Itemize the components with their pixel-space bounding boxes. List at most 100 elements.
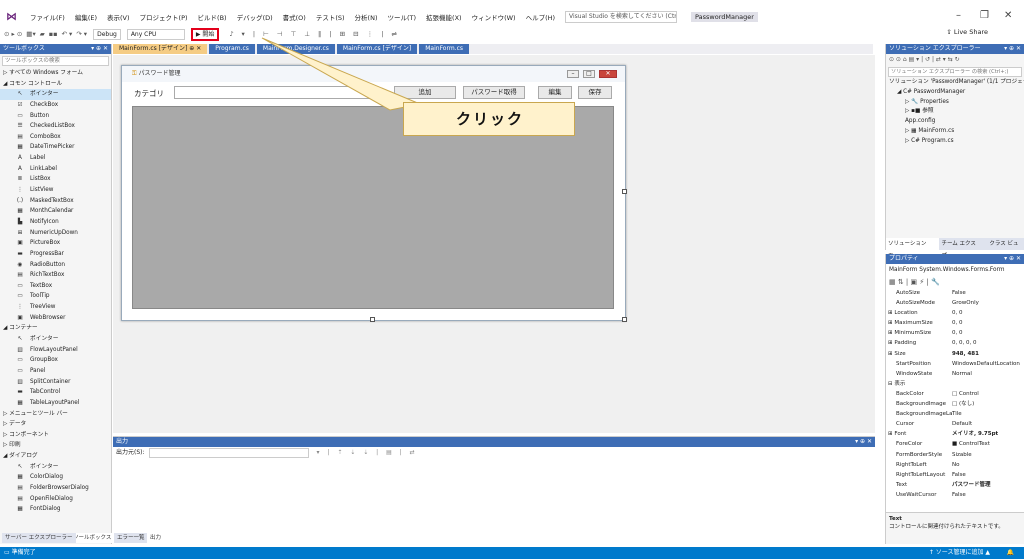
property-row[interactable]: BackgroundImageLayoutTile — [886, 409, 1024, 419]
toolbox-category[interactable]: ◢ ダイアログ — [0, 451, 111, 462]
property-row[interactable]: ⊞ MinimumSize 0, 0 — [886, 328, 1024, 338]
close-icon[interactable]: ✕ — [1004, 10, 1012, 21]
toolbox-item[interactable]: A Label — [0, 153, 111, 164]
form-minimize-icon[interactable]: – — [567, 70, 579, 78]
back-forward-icon[interactable]: ⊙ ▸ ⊙ — [4, 30, 22, 38]
restore-icon[interactable]: ❐ — [980, 10, 989, 21]
toolbox-item[interactable]: ☰ CheckedListBox — [0, 121, 111, 132]
property-value[interactable]: GrowOnly — [952, 298, 1024, 308]
platform-select[interactable]: Any CPU — [126, 28, 185, 40]
toolbox-category[interactable]: ▷ コンポーネント — [0, 430, 111, 441]
solution-toolbar[interactable]: ⊙ ⊙ ⌂ ▤ ▾ | ↺ | ⇄ ▾ ⇆ ↻ — [886, 54, 1024, 66]
property-value[interactable]: 0, 0 — [952, 308, 1024, 318]
property-value[interactable]: □ Control — [952, 389, 1024, 399]
property-row[interactable]: UseWaitCursor False — [886, 490, 1024, 500]
property-value[interactable]: 948, 481 — [952, 349, 1024, 359]
toolbox-category[interactable]: ▷ データ — [0, 419, 111, 430]
toolbox-item[interactable]: ⋮ ListView — [0, 185, 111, 196]
property-value[interactable] — [952, 379, 1024, 389]
property-value[interactable]: □ (なし) — [952, 399, 1024, 409]
solution-tree-item[interactable]: App.config — [886, 117, 1024, 127]
menu-item[interactable]: 書式(O) — [283, 12, 306, 22]
property-value[interactable]: 0, 0, 0, 0 — [952, 338, 1024, 348]
tab-solution-explorer[interactable]: ソリューション エ... — [886, 238, 940, 259]
solution-pin-icon[interactable]: ▾ ⊕ ✕ — [1004, 44, 1021, 54]
toolbox-item[interactable]: ↖ ポインター — [0, 89, 111, 100]
toolbox-category[interactable]: ▷ 印刷 — [0, 440, 111, 451]
minimize-icon[interactable]: – — [956, 10, 961, 21]
solution-tree-item[interactable]: ソリューション 'PasswordManager' (1/1 プロジェクト) — [886, 78, 1024, 88]
toolbox-item[interactable]: ▬ TabControl — [0, 387, 111, 398]
toolbox-item[interactable]: ▥ SplitContainer — [0, 377, 111, 388]
toolbox-item[interactable]: ▤ ComboBox — [0, 132, 111, 143]
property-value[interactable]: WindowsDefaultLocation — [952, 359, 1024, 369]
toolbox-category[interactable]: ▷ すべての Windows フォーム — [0, 68, 111, 79]
property-row[interactable]: ⊞ Size 948, 481 — [886, 349, 1024, 359]
toolbox-item[interactable]: ▦ MonthCalendar — [0, 206, 111, 217]
toolbox-item[interactable]: ▙ NotifyIcon — [0, 217, 111, 228]
open-icon[interactable]: ▰ — [40, 30, 45, 38]
toolbox-item[interactable]: ↖ ポインター — [0, 462, 111, 473]
toolbox-item[interactable]: ↖ ポインター — [0, 334, 111, 345]
property-row[interactable]: StartPosition WindowsDefaultLocation — [886, 359, 1024, 369]
property-value[interactable]: Sizable — [952, 450, 1024, 460]
menu-item[interactable]: テスト(S) — [316, 12, 345, 22]
property-value[interactable]: False — [952, 470, 1024, 480]
resize-handle-corner[interactable] — [622, 317, 627, 322]
property-row[interactable]: ⊞ MaximumSize 0, 0 — [886, 318, 1024, 328]
property-row[interactable]: Text パスワード管理 — [886, 480, 1024, 490]
property-row[interactable]: FormBorderStyle Sizable — [886, 450, 1024, 460]
property-value[interactable]: Normal — [952, 369, 1024, 379]
output-source-select[interactable] — [148, 448, 309, 458]
output-pin-icon[interactable]: ▾ ⊕ ✕ — [855, 437, 872, 447]
toolbox-item[interactable]: (.) MaskedTextBox — [0, 196, 111, 207]
toolbox-category[interactable]: ▷ メニューとツール バー — [0, 409, 111, 420]
menu-item[interactable]: 表示(V) — [107, 12, 130, 22]
property-value[interactable]: 0, 0 — [952, 318, 1024, 328]
toolbox-item[interactable]: ▭ Button — [0, 111, 111, 122]
toolbox-search-input[interactable]: ツールボックスの検索 — [2, 56, 109, 66]
tab-server-explorer[interactable]: サーバー エクスプローラー — [2, 533, 76, 543]
save-button[interactable]: 保存 — [578, 86, 612, 99]
property-value[interactable]: Tile — [952, 409, 1024, 419]
solution-tree-item[interactable]: ▷ C# Program.cs — [886, 137, 1024, 147]
solution-tree-item[interactable]: ◢ C# PasswordManager — [886, 88, 1024, 98]
toolbox-category[interactable]: ◢ コモン コントロール — [0, 79, 111, 90]
toolbox-item[interactable]: A LinkLabel — [0, 164, 111, 175]
menu-item[interactable]: 分析(N) — [355, 12, 378, 22]
property-row[interactable]: WindowState Normal — [886, 369, 1024, 379]
property-row[interactable]: Cursor Default — [886, 419, 1024, 429]
toolbox-category[interactable]: ◢ コンテナー — [0, 323, 111, 334]
property-row[interactable]: ⊞ Location 0, 0 — [886, 308, 1024, 318]
document-tab[interactable]: Program.cs — [209, 44, 255, 54]
properties-toolbar[interactable]: ▦ ⇅ | ▣ ⚡ | 🔧 — [886, 276, 1024, 288]
resize-handle-bottom[interactable] — [370, 317, 375, 322]
menu-item[interactable]: 拡張機能(X) — [426, 12, 462, 22]
property-value[interactable]: Default — [952, 419, 1024, 429]
toolbox-item[interactable]: ▤ RichTextBox — [0, 270, 111, 281]
toolbox-item[interactable]: ⋮ TreeView — [0, 302, 111, 313]
form-close-icon[interactable]: ✕ — [599, 70, 617, 78]
menu-item[interactable]: ヘルプ(H) — [526, 12, 555, 22]
toolbox-item[interactable]: ⊞ NumericUpDown — [0, 228, 111, 239]
properties-pin-icon[interactable]: ▾ ⊕ ✕ — [1004, 254, 1021, 264]
menu-item[interactable]: 編集(E) — [75, 12, 97, 22]
property-row[interactable]: AutoSize False — [886, 288, 1024, 298]
property-row[interactable]: BackColor □ Control — [886, 389, 1024, 399]
toolbox-item[interactable]: ≣ ListBox — [0, 174, 111, 185]
document-tab[interactable]: MainForm.cs [デザイン] ⊕ ✕ — [113, 44, 208, 54]
data-grid-view[interactable] — [132, 106, 614, 309]
property-value[interactable]: False — [952, 288, 1024, 298]
toolbox-item[interactable]: ▦ FontDialog — [0, 504, 111, 515]
toolbox-item[interactable]: ▤ OpenFileDialog — [0, 494, 111, 505]
pin-icon[interactable]: ▾ ⊕ ✕ — [91, 44, 108, 54]
property-value[interactable]: No — [952, 460, 1024, 470]
toolbox-item[interactable]: ▣ WebBrowser — [0, 313, 111, 324]
property-row[interactable]: RightToLeftLayout False — [886, 470, 1024, 480]
menu-item[interactable]: ツール(T) — [387, 12, 416, 22]
new-project-icon[interactable]: ▦▾ — [26, 30, 35, 38]
search-box[interactable]: Visual Studio を検索してください (Ctrl... — [565, 11, 678, 23]
source-control-button[interactable]: ↑ ソース管理に追加 ▲ — [929, 547, 990, 559]
solution-tree-item[interactable]: ▷ ▦ MainForm.cs — [886, 127, 1024, 137]
undo-icon[interactable]: ↶ ▾ — [62, 30, 73, 38]
